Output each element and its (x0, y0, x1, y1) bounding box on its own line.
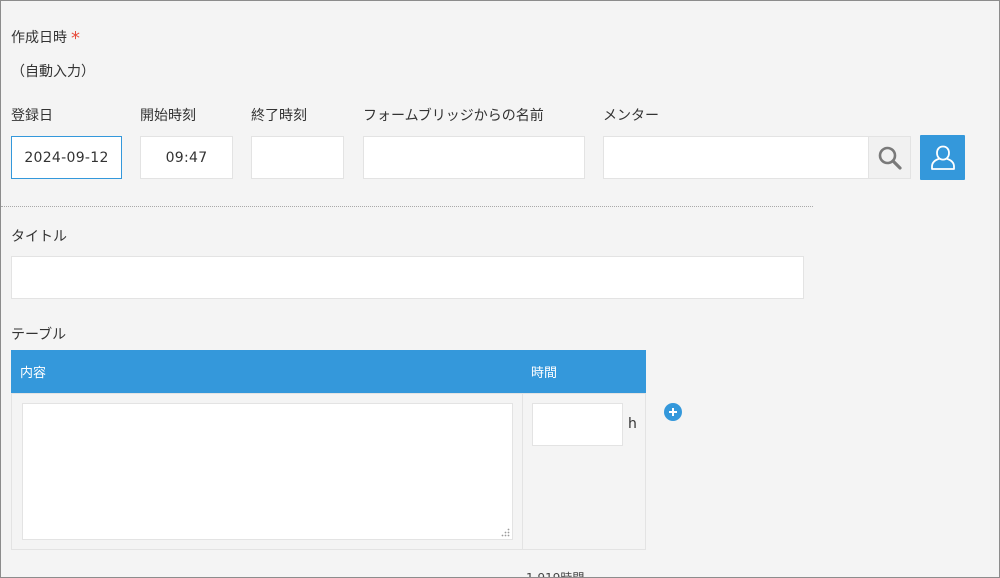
table-label: テーブル (11, 327, 67, 343)
registration-date-input[interactable]: 2024-09-12 (11, 136, 122, 179)
mentor-label: メンター (603, 108, 659, 124)
formbridge-name-input[interactable] (363, 136, 585, 179)
section-divider (1, 206, 813, 207)
hours-input[interactable] (532, 403, 623, 446)
table-header-hours: 時間 (531, 366, 558, 381)
mentor-value (604, 137, 868, 178)
created-at-label-text: 作成日時 (11, 30, 67, 46)
resize-grip-icon[interactable] (500, 527, 510, 537)
start-time-label: 開始時刻 (140, 108, 196, 124)
mentor-input[interactable] (603, 136, 869, 179)
start-time-value: 09:47 (165, 149, 208, 166)
hours-unit: h (628, 416, 637, 432)
add-row-button[interactable] (664, 403, 682, 421)
start-time-input[interactable]: 09:47 (140, 136, 233, 179)
formbridge-name-label: フォームブリッジからの名前 (363, 108, 544, 124)
title-label: タイトル (11, 229, 67, 245)
required-mark: * (71, 28, 80, 49)
table-header: 内容 時間 (11, 350, 646, 393)
formbridge-name-value (364, 137, 584, 178)
mentor-user-select-button[interactable] (920, 135, 965, 180)
table-header-content: 内容 (20, 366, 47, 381)
search-icon (878, 146, 902, 170)
table-column-separator (522, 394, 523, 549)
hours-value (533, 404, 622, 445)
end-time-input[interactable] (251, 136, 344, 179)
total-hours-text: 1,919時間 (526, 571, 585, 578)
table-row: h (11, 393, 646, 550)
registration-date-label: 登録日 (11, 108, 53, 124)
registration-date-value: 2024-09-12 (24, 149, 109, 166)
title-value (12, 257, 803, 298)
title-input[interactable] (11, 256, 804, 299)
content-textarea[interactable] (22, 403, 513, 540)
record-form: 作成日時 * （自動入力） 登録日 開始時刻 終了時刻 フォームブリッジからの名前… (0, 0, 1000, 578)
end-time-label: 終了時刻 (251, 108, 307, 124)
created-at-value: （自動入力） (11, 64, 95, 80)
created-at-label: 作成日時 * (11, 26, 80, 49)
user-icon (930, 145, 955, 170)
plus-circle-icon (669, 408, 677, 416)
end-time-value (252, 137, 343, 178)
mentor-search-button[interactable] (868, 136, 911, 179)
